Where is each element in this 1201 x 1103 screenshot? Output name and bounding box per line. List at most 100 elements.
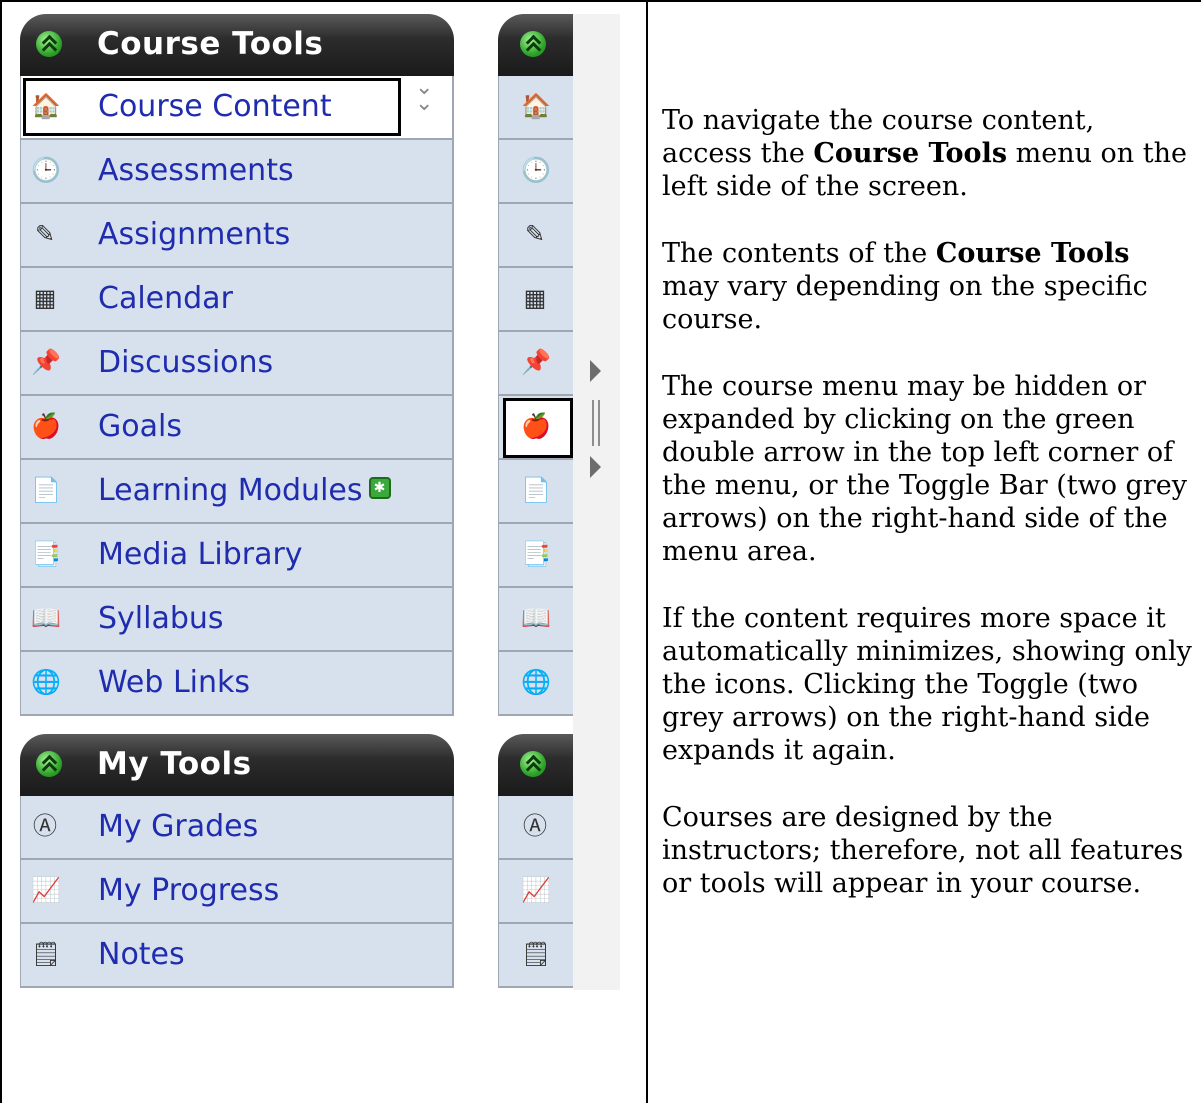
globe-doc-icon[interactable]: 🌐 bbox=[521, 669, 551, 697]
documents-icon: 📄 bbox=[31, 477, 61, 504]
toggle-grip-line bbox=[592, 400, 594, 446]
course-tools-header: Course Tools bbox=[20, 14, 454, 76]
icon-item-syllabus[interactable]: 📖 bbox=[498, 588, 573, 652]
documents-icon[interactable]: 📄 bbox=[521, 477, 551, 505]
icon-item-notes[interactable]: 🗒 bbox=[498, 924, 573, 988]
menu-item-label[interactable]: My Grades bbox=[98, 809, 258, 844]
course-tools-menu-expanded: Course Tools 🏠 Course Content ⌄ ⌄ 🕒 Asses… bbox=[20, 14, 454, 716]
icon-item-media-library[interactable]: 📑 bbox=[498, 524, 573, 588]
apple-chart-icon: 🍎 bbox=[31, 413, 61, 440]
paragraph-navigate: To navigate the course content, access t… bbox=[662, 104, 1192, 203]
toggle-grip-line bbox=[598, 400, 600, 446]
course-tools-menu-collapsed: 🏠 🕒 ✎ ▦ 📌 🍎 📄 📑 📖 🌐 bbox=[498, 14, 573, 716]
text-run: The contents of the bbox=[662, 238, 936, 269]
icon-item-course-content[interactable]: 🏠 bbox=[498, 76, 573, 140]
pencil-doc-icon[interactable]: ✎ bbox=[521, 221, 549, 249]
icon-item-calendar[interactable]: ▦ bbox=[498, 268, 573, 332]
house-icon: 🏠 bbox=[31, 93, 61, 120]
menu-item-goals[interactable]: 🍎 Goals bbox=[20, 396, 454, 460]
menu-item-label[interactable]: Assessments bbox=[98, 153, 294, 188]
course-tools-title: Course Tools bbox=[97, 26, 324, 62]
my-tools-menu-collapsed: Ⓐ 📈 🗒 bbox=[498, 734, 573, 988]
progress-chart-icon: 📈 bbox=[31, 877, 61, 904]
bold-term: Course Tools bbox=[813, 138, 1008, 169]
menu-item-web-links[interactable]: 🌐 Web Links bbox=[20, 652, 454, 716]
menu-item-label[interactable]: Course Content bbox=[98, 89, 332, 124]
table-left-border bbox=[0, 0, 2, 1103]
menu-item-label[interactable]: Media Library bbox=[98, 537, 303, 572]
clock-doc-icon: 🕒 bbox=[31, 157, 61, 184]
icon-item-my-progress[interactable]: 📈 bbox=[498, 860, 573, 924]
menu-item-assignments[interactable]: ✎ Assignments bbox=[20, 204, 454, 268]
toggle-bar[interactable] bbox=[583, 358, 613, 488]
my-tools-title: My Tools bbox=[97, 746, 252, 782]
icon-item-goals[interactable]: 🍎 bbox=[498, 396, 573, 460]
my-tools-menu-expanded: My Tools Ⓐ My Grades 📈 My Progress 🗒 Not… bbox=[20, 734, 454, 988]
media-doc-icon: 📑 bbox=[31, 541, 61, 568]
menu-item-label[interactable]: Assignments bbox=[98, 217, 290, 252]
collapse-double-arrow-icon[interactable] bbox=[36, 31, 62, 57]
menu-item-notes[interactable]: 🗒 Notes bbox=[20, 924, 454, 988]
menu-item-course-content[interactable]: 🏠 Course Content ⌄ ⌄ bbox=[20, 76, 454, 140]
paragraph-courses: Courses are designed by the instructors;… bbox=[662, 802, 1184, 899]
menu-item-discussions[interactable]: 📌 Discussions bbox=[20, 332, 454, 396]
icon-item-my-grades[interactable]: Ⓐ bbox=[498, 796, 573, 860]
bold-term: Course Tools bbox=[935, 238, 1130, 269]
icon-item-web-links[interactable]: 🌐 bbox=[498, 652, 573, 716]
expand-double-arrow-icon[interactable] bbox=[520, 751, 546, 777]
menu-item-label[interactable]: Learning Modules bbox=[98, 473, 363, 508]
menu-item-label[interactable]: Notes bbox=[98, 937, 185, 972]
paragraph-contents: The contents of the Course Tools may var… bbox=[662, 237, 1192, 336]
menu-item-syllabus[interactable]: 📖 Syllabus bbox=[20, 588, 454, 652]
clock-doc-icon[interactable]: 🕒 bbox=[521, 157, 551, 185]
pencil-doc-icon: ✎ bbox=[34, 221, 56, 248]
house-icon[interactable]: 🏠 bbox=[521, 93, 551, 121]
progress-chart-icon[interactable]: 📈 bbox=[521, 877, 551, 905]
toggle-arrow-right-icon[interactable] bbox=[590, 360, 601, 382]
note-icon: 🗒 bbox=[31, 941, 62, 968]
grade-a-icon[interactable]: Ⓐ bbox=[521, 813, 549, 841]
menu-item-assessments[interactable]: 🕒 Assessments bbox=[20, 140, 454, 204]
grade-a-icon: Ⓐ bbox=[33, 813, 57, 840]
paragraph-minimize: If the content requires more space it au… bbox=[662, 603, 1192, 766]
expand-double-arrow-icon[interactable] bbox=[520, 31, 546, 57]
menu-item-calendar[interactable]: ▦ Calendar bbox=[20, 268, 454, 332]
media-doc-icon[interactable]: 📑 bbox=[521, 541, 551, 569]
menu-item-learning-modules[interactable]: 📄 Learning Modules ✱ bbox=[20, 460, 454, 524]
text-run: may vary depending on the specific cours… bbox=[662, 271, 1148, 335]
open-book-icon[interactable]: 📖 bbox=[521, 605, 551, 633]
toggle-bar-area bbox=[573, 14, 620, 990]
menu-item-label[interactable]: My Progress bbox=[98, 873, 279, 908]
icon-item-learning-modules[interactable]: 📄 bbox=[498, 460, 573, 524]
icon-item-discussions[interactable]: 📌 bbox=[498, 332, 573, 396]
icon-item-assignments[interactable]: ✎ bbox=[498, 204, 573, 268]
collapse-double-arrow-icon[interactable] bbox=[36, 751, 62, 777]
apple-chart-icon[interactable]: 🍎 bbox=[521, 413, 551, 441]
pushpin-icon[interactable]: 📌 bbox=[521, 349, 551, 377]
my-tools-header-collapsed bbox=[498, 734, 573, 796]
course-tools-header-collapsed bbox=[498, 14, 573, 76]
pushpin-icon: 📌 bbox=[31, 349, 61, 376]
paragraph-toggle: The course menu may be hidden or expande… bbox=[662, 371, 1187, 567]
menu-item-label[interactable]: Discussions bbox=[98, 345, 273, 380]
menu-item-label-wrap[interactable]: Learning Modules ✱ bbox=[98, 473, 391, 508]
calendar-icon: ▦ bbox=[33, 285, 57, 312]
globe-doc-icon: 🌐 bbox=[31, 669, 61, 696]
table-divider bbox=[646, 0, 648, 1103]
my-tools-header: My Tools bbox=[20, 734, 454, 796]
note-icon[interactable]: 🗒 bbox=[521, 941, 551, 969]
chevron-double-down-icon[interactable]: ⌄ ⌄ bbox=[415, 77, 433, 115]
open-book-icon: 📖 bbox=[31, 605, 61, 632]
menu-item-label[interactable]: Syllabus bbox=[98, 601, 224, 636]
menu-item-media-library[interactable]: 📑 Media Library bbox=[20, 524, 454, 588]
table-top-border bbox=[0, 0, 1201, 2]
icon-item-assessments[interactable]: 🕒 bbox=[498, 140, 573, 204]
toggle-arrow-right-icon[interactable] bbox=[590, 456, 601, 478]
calendar-icon[interactable]: ▦ bbox=[521, 285, 549, 313]
menu-item-my-progress[interactable]: 📈 My Progress bbox=[20, 860, 454, 924]
menu-item-label[interactable]: Goals bbox=[98, 409, 182, 444]
menu-item-label[interactable]: Calendar bbox=[98, 281, 233, 316]
menu-item-my-grades[interactable]: Ⓐ My Grades bbox=[20, 796, 454, 860]
menu-item-label[interactable]: Web Links bbox=[98, 665, 250, 700]
new-badge-icon: ✱ bbox=[368, 477, 391, 499]
